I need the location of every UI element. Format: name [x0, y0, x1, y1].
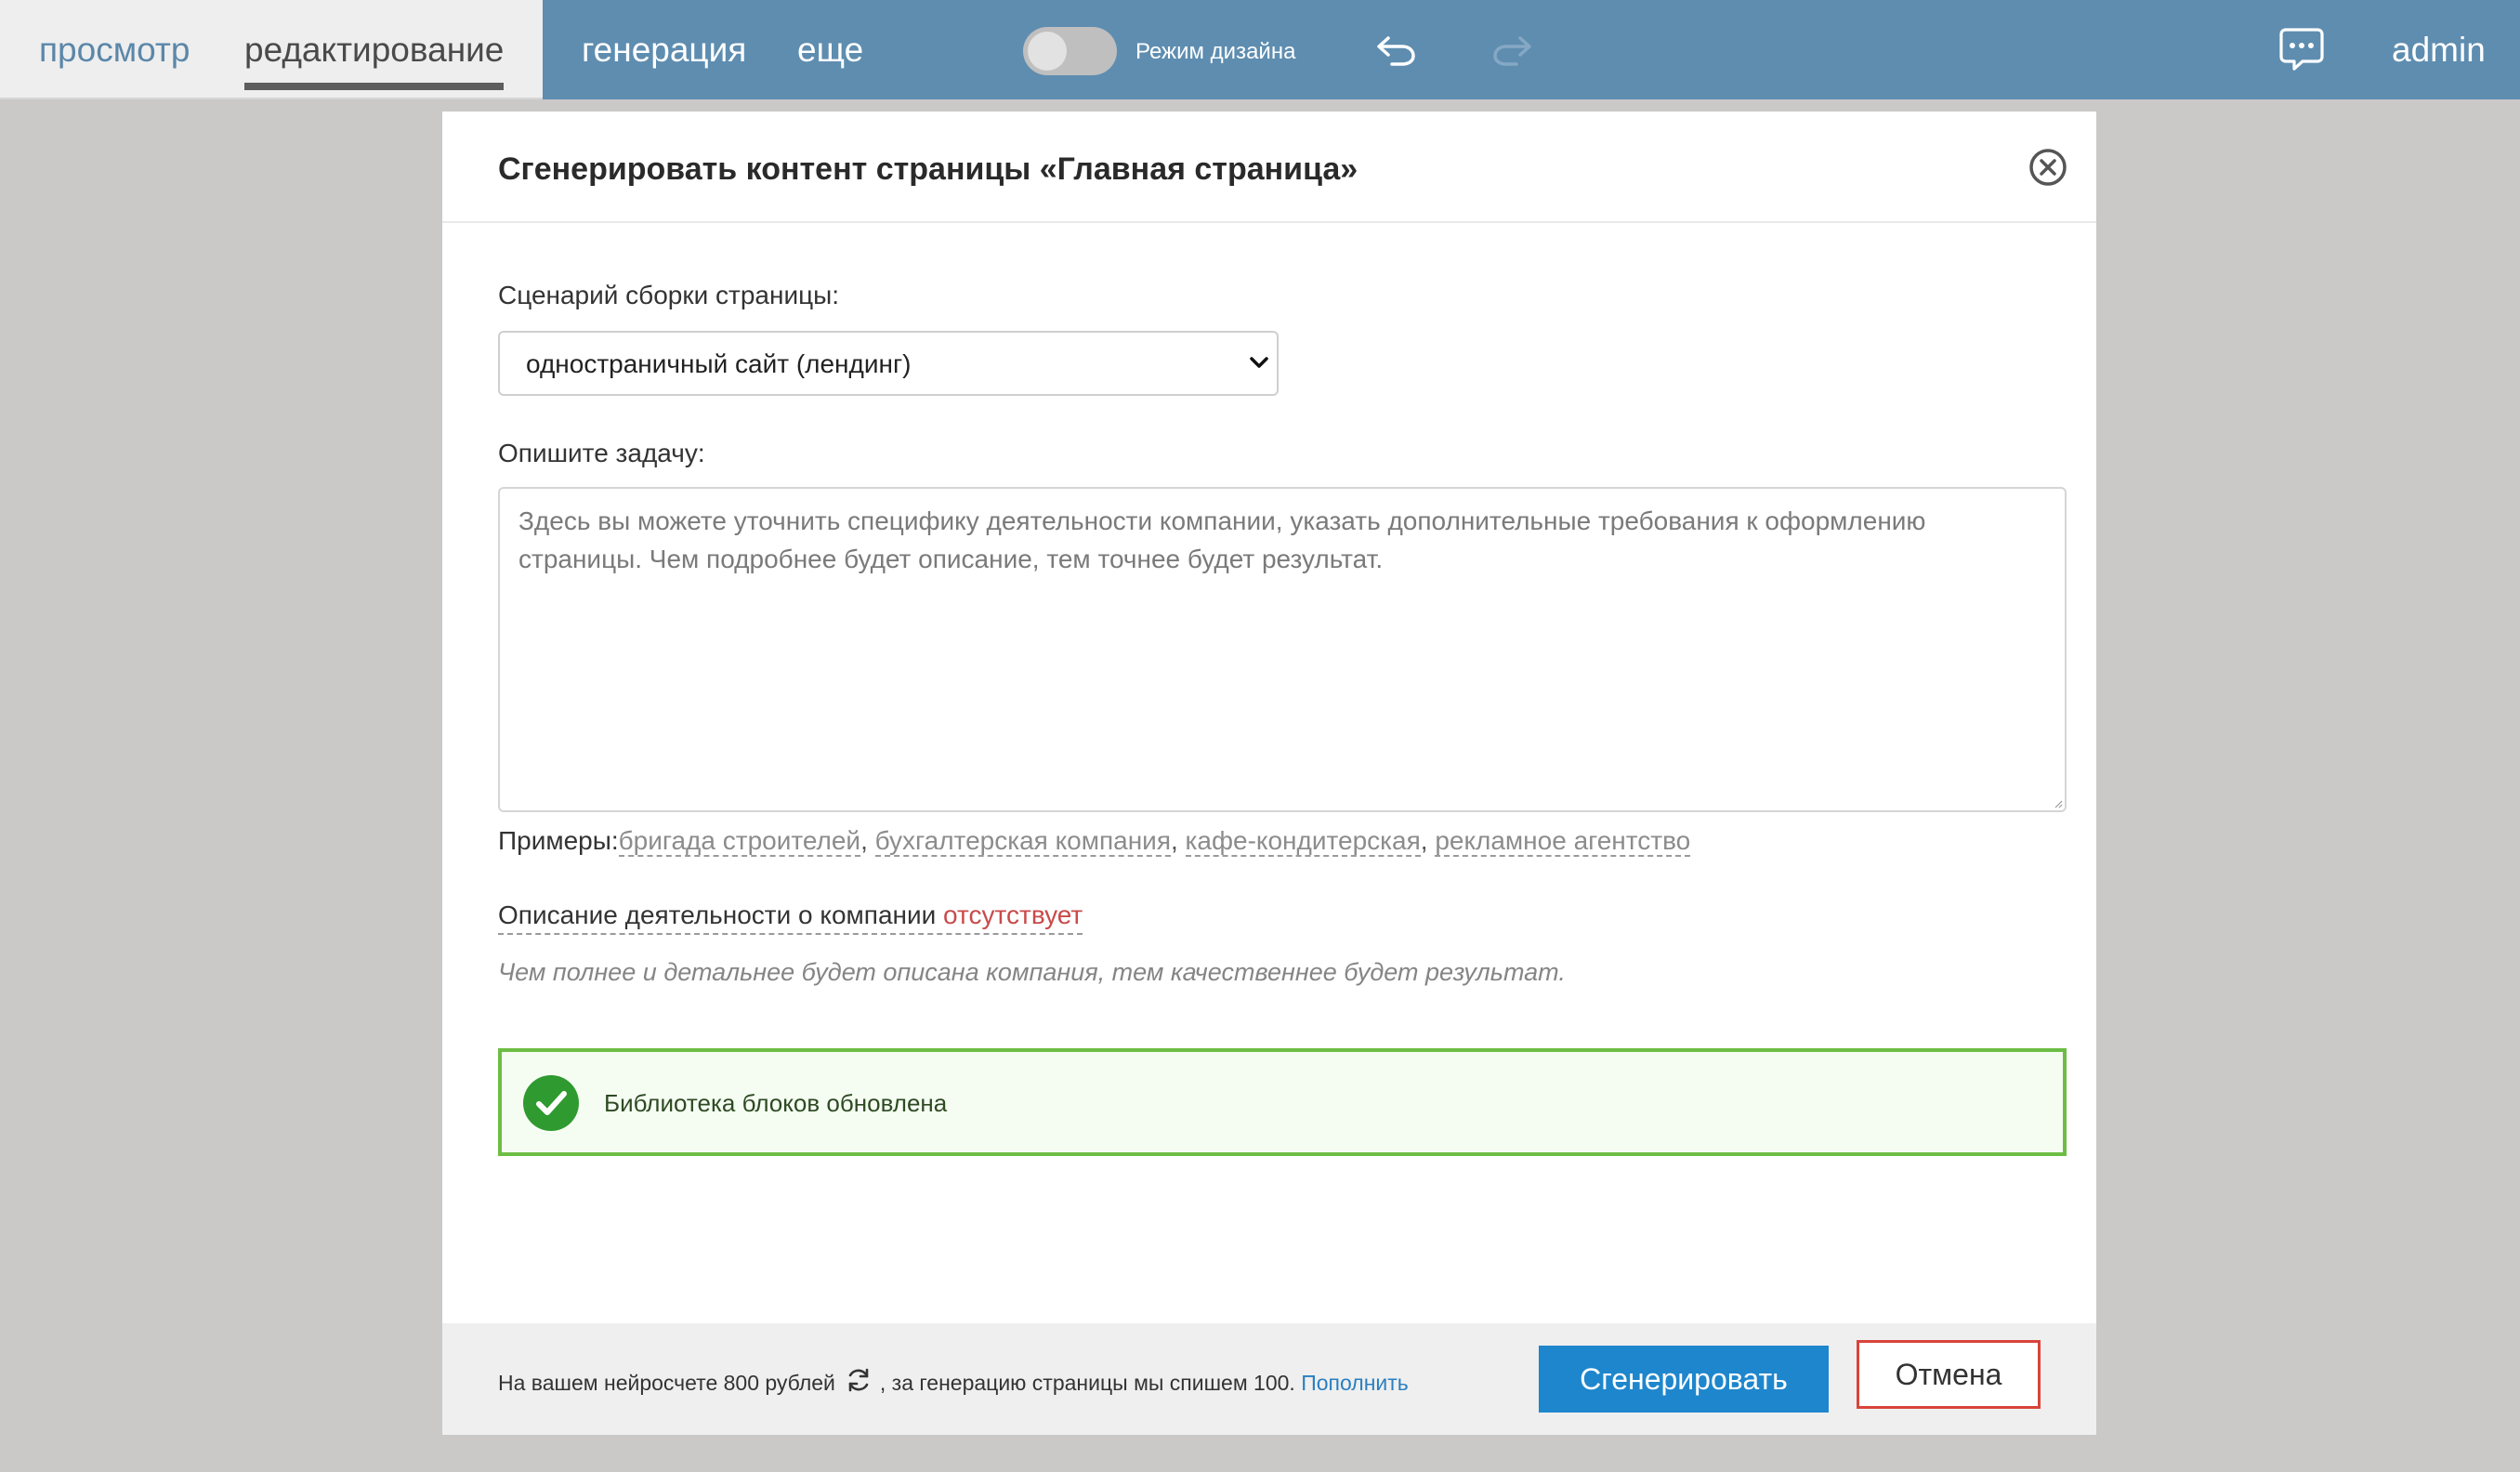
examples-line: Примеры:бригада строителей, бухгалтерска… [498, 826, 1691, 857]
charge-text: , за генерацию страницы мы спишем 100. [879, 1371, 1295, 1395]
design-mode-toggle[interactable] [1023, 27, 1117, 75]
scenario-selected-value: одностраничный сайт (лендинг) [526, 349, 912, 378]
redo-icon[interactable] [1490, 31, 1533, 70]
task-label: Опишите задачу: [498, 439, 705, 467]
example-link[interactable]: бригада строителей [618, 826, 861, 857]
tab-edit[interactable]: редактирование [244, 28, 504, 72]
dialog-header: Сгенерировать контент страницы «Главная … [442, 112, 2096, 223]
company-description-status: отсутствует [943, 900, 1083, 929]
balance-info: На вашем нейросчете 800 рублей , за генер… [498, 1366, 1409, 1397]
chevron-down-icon [1250, 357, 1268, 368]
resize-grip-icon[interactable] [2054, 799, 2063, 808]
task-placeholder: Здесь вы можете уточнить специфику деяте… [518, 506, 1926, 573]
tab-view[interactable]: просмотр [39, 28, 190, 72]
example-link[interactable]: рекламное агентство [1435, 826, 1691, 857]
dialog-title: Сгенерировать контент страницы «Главная … [498, 151, 1358, 187]
topup-link[interactable]: Пополнить [1301, 1371, 1409, 1395]
example-link[interactable]: бухгалтерская компания [874, 826, 1171, 857]
undo-icon[interactable] [1375, 31, 1418, 70]
check-circle-icon [523, 1075, 579, 1131]
mode-tabs-area: просмотр редактирование [0, 0, 543, 99]
toolbar: генерация еще Режим дизайна admin [543, 0, 2520, 99]
success-alert: Библиотека блоков обновлена [498, 1048, 2067, 1156]
success-message: Библиотека блоков обновлена [604, 1089, 948, 1117]
example-link[interactable]: кафе-кондитерская [1185, 826, 1421, 857]
examples-label: Примеры: [498, 826, 619, 855]
design-mode-label: Режим дизайна [1135, 39, 1296, 64]
tab-generate[interactable]: генерация [582, 28, 746, 72]
company-description-text: Описание деятельности о компании [498, 900, 937, 929]
chat-icon[interactable] [2278, 26, 2325, 72]
scenario-select[interactable]: одностраничный сайт (лендинг) [498, 331, 1279, 396]
scenario-label: Сценарий сборки страницы: [498, 281, 840, 309]
generate-content-dialog: Сгенерировать контент страницы «Главная … [442, 112, 2096, 1435]
cancel-button[interactable]: Отмена [1857, 1340, 2041, 1409]
company-description-hint: Чем полнее и детальнее будет описана ком… [498, 958, 1566, 986]
toggle-knob [1028, 32, 1067, 71]
active-tab-indicator [244, 83, 504, 90]
balance-text: На вашем нейросчете 800 рублей [498, 1371, 835, 1395]
top-bar: просмотр редактирование генерация еще Ре… [0, 0, 2520, 99]
generate-button[interactable]: Сгенерировать [1539, 1346, 1829, 1413]
refresh-icon[interactable] [845, 1366, 873, 1394]
tab-more[interactable]: еще [797, 28, 863, 72]
task-textarea[interactable]: Здесь вы можете уточнить специфику деяте… [498, 487, 2067, 812]
dialog-footer: На вашем нейросчете 800 рублей , за генер… [442, 1323, 2096, 1435]
close-icon[interactable] [2028, 147, 2068, 188]
company-description-link[interactable]: Описание деятельности о компании отсутст… [498, 898, 1083, 935]
user-menu[interactable]: admin [2392, 28, 2486, 72]
